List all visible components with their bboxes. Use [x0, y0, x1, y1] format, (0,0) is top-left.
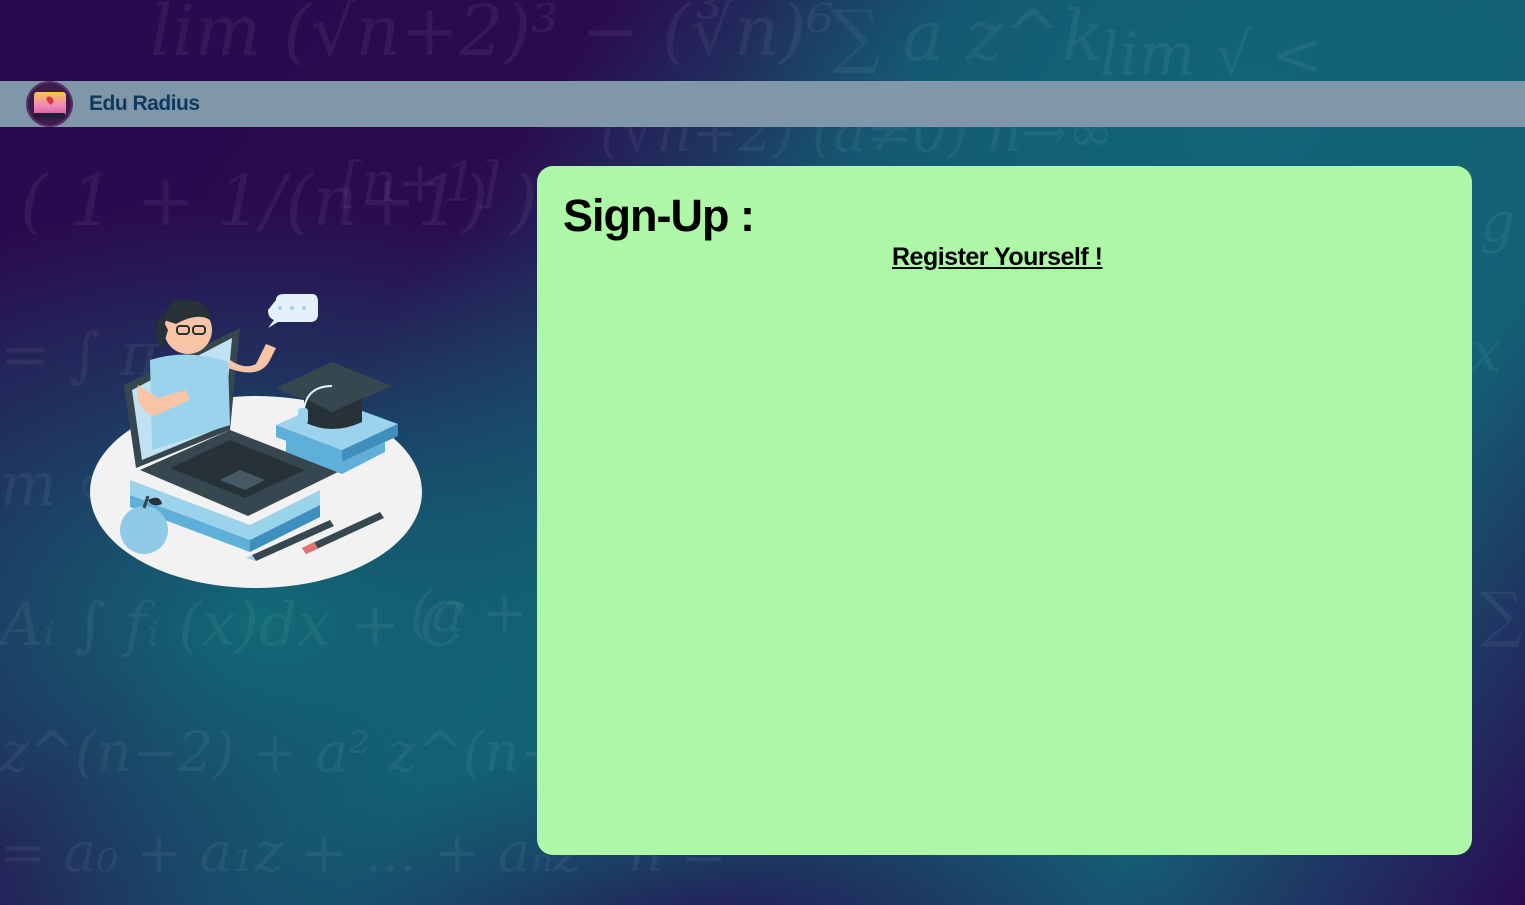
signup-card: Sign-Up : Register Yourself ! [537, 166, 1472, 855]
register-heading: Register Yourself ! [892, 243, 1103, 271]
online-teacher-illustration-icon [80, 290, 430, 595]
edu-radius-logo-icon[interactable] [26, 81, 73, 127]
logo-caption [34, 113, 65, 118]
signup-title: Sign-Up : [563, 190, 755, 241]
top-navbar: Edu Radius [0, 81, 1525, 127]
brand-name[interactable]: Edu Radius [89, 92, 200, 116]
